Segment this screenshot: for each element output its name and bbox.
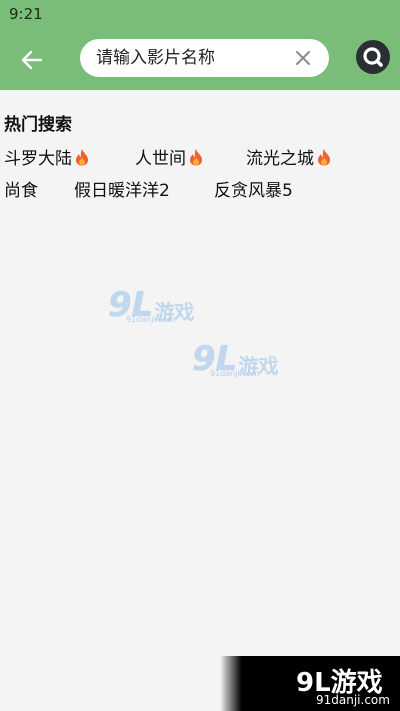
fire-icon	[76, 148, 88, 165]
status-bar: 9:21	[0, 0, 400, 30]
tag-row: 斗罗大陆 人世间 流光之城	[4, 144, 396, 176]
app-bar	[0, 30, 400, 90]
tag-row: 尚食 假日暖洋洋2 反贪风暴5	[4, 176, 396, 208]
back-button[interactable]	[14, 42, 50, 78]
close-icon	[296, 51, 310, 65]
hot-tag[interactable]: 尚食	[4, 176, 38, 201]
watermark-site: 91danji.com	[210, 369, 260, 378]
hot-tag-label: 人世间	[135, 149, 186, 169]
hot-tag[interactable]: 假日暖洋洋2	[74, 176, 170, 201]
hot-search-tags: 斗罗大陆 人世间 流光之城 尚食 假日暖洋洋2 反贪风暴5	[4, 144, 396, 208]
hot-tag[interactable]: 斗罗大陆	[4, 144, 90, 169]
hot-tag-label: 流光之城	[246, 149, 314, 169]
corner-watermark-site: 91danji.com	[316, 693, 390, 707]
clear-search-button[interactable]	[293, 48, 313, 68]
fire-icon	[318, 148, 330, 165]
hot-tag-label: 假日暖洋洋2	[74, 181, 170, 201]
hot-tag-label: 斗罗大陆	[4, 149, 72, 169]
fire-icon	[190, 148, 202, 165]
watermark-logo: 9L 游戏 91danji.com	[192, 342, 278, 378]
search-icon	[363, 47, 383, 67]
corner-watermark: 9L游戏 91danji.com	[220, 656, 400, 711]
search-button[interactable]	[356, 40, 390, 74]
hot-tag[interactable]: 反贪风暴5	[214, 176, 293, 201]
watermark-logo: 9L 游戏 91danji.com	[108, 288, 194, 324]
hot-tag[interactable]: 流光之城	[246, 144, 332, 169]
arrow-left-icon	[21, 50, 43, 70]
hot-tag-label: 反贪风暴5	[214, 181, 293, 201]
search-box[interactable]	[80, 39, 329, 77]
hot-tag[interactable]: 人世间	[135, 144, 204, 169]
watermark-site: 91danji.com	[126, 315, 176, 324]
search-input[interactable]	[96, 39, 286, 77]
hot-tag-label: 尚食	[4, 181, 38, 201]
hot-search-title: 热门搜索	[4, 115, 72, 135]
status-time: 9:21	[9, 5, 43, 23]
